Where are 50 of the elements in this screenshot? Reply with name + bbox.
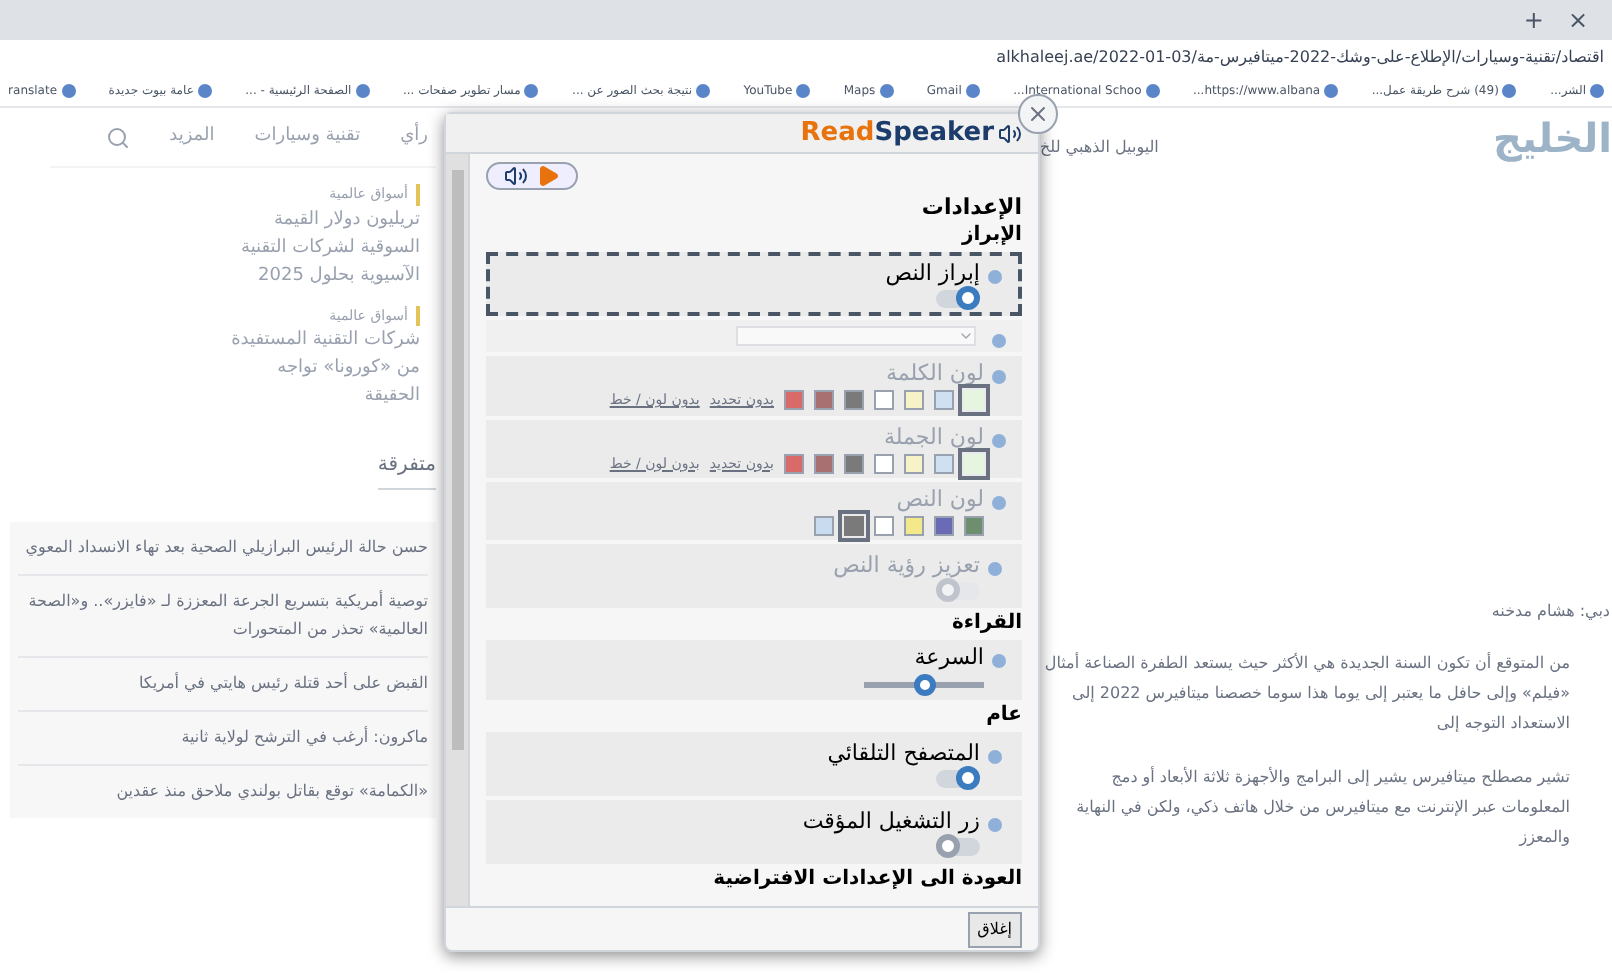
slider-thumb[interactable] [914,674,936,696]
tagline: اليوبيل الذهبي للخ [1040,136,1159,160]
news-link[interactable]: توصية أمريكية بتسريع الجرعة المعززة لـ «فايزر».. و«الصحة العالمية» تحذر من المتحورات [18,576,428,658]
setting-label: لون الجملة [881,423,984,449]
tab-control[interactable]: × [1567,2,1588,38]
tab-control[interactable]: + [1523,2,1544,38]
speaker-icon [504,164,528,188]
address-url: alkhaleej.ae/2022-01-03/اقتصاد/تقنية-وسيارات/الإطلاع-على-وشك-2022-ميتافيرس-مة [996,46,1604,70]
scrollbar[interactable] [446,154,470,906]
settings-title: الإعدادات [919,194,1022,220]
bullet-icon [988,818,1002,832]
reset-link[interactable]: العودة الى الإعدادات الافتراضية [486,868,1022,892]
bullet-icon [988,270,1002,284]
setting-label: السرعة [912,644,984,670]
article-paragraph: من المتوقع أن تكون السنة الجديدة هي الأكثر حيث يستعد الطفرة الصناعة أمثال «فيلم» وإلى حافل ما يعتبر إلى يوما هذا سوما خصصنا ميتافيرس 2022 إلى الاستعداد التوجه إلى [1042,650,1572,736]
article-byline: دبي: هشام مدخنه [1489,600,1610,624]
setting-label: لون النص [894,486,984,512]
news-link[interactable]: القبض على أحد قتلة رئيس هايتي في أمريكا [18,658,428,712]
setting-label: زر التشغيل المؤقت [802,808,980,834]
setting-label: تعزيز رؤية النص [833,552,980,578]
toggle-switch[interactable] [936,838,980,856]
section-heading: متفرقة [377,450,436,490]
group-heading: القراءة [949,612,1022,636]
play-icon [536,164,560,188]
setting-label: لون الكلمة [884,360,984,386]
bullet-icon [988,750,1002,764]
setting-label: إبراز النص [885,260,980,286]
toggle-switch[interactable] [936,290,980,308]
listen-button[interactable] [486,162,578,190]
bullet-icon [992,654,1006,668]
bullet-icon [988,562,1002,576]
group-heading: عام [984,704,1022,728]
close-text-button[interactable]: إغلاق [967,911,1022,947]
close-icon [1026,102,1050,126]
search-icon[interactable] [105,125,130,149]
news-link[interactable]: ماكرون: أرغب في الترشح لولاية ثانية [18,712,428,766]
toggle-switch[interactable] [936,770,980,788]
setting-label: المتصفح التلقائي [827,740,980,766]
address-bar[interactable]: alkhaleej.ae/2022-01-03/اقتصاد/تقنية-وسيارات/الإطلاع-على-وشك-2022-ميتافيرس-مة [0,40,1612,76]
news-link[interactable]: حسن حالة الرئيس البرازيلي الصحية بعد تهاء الانسداد المعوي [18,522,428,576]
close-button[interactable] [1018,94,1058,134]
brand-logo: ReadSpeaker [800,113,1022,153]
bullet-icon [992,334,1006,348]
bullet-icon [992,496,1006,510]
bullet-icon [992,433,1006,447]
group-heading: الإبراز [959,224,1022,248]
bullet-icon [992,370,1006,384]
article-paragraph: تشير مصطلح ميتافيرس يشير إلى البرامج والأجهزة ثلاثة الأبعاد أو دمج المعلومات عبر الإنترنت مع ميتافيرس من خلال هاتف ذكي، ولكن في النهاية والمعزز [1074,764,1572,850]
news-link[interactable]: «الكمامة» توقع بقاتل بولندي ملاحق منذ عقدين [18,766,428,818]
caret-icon [958,328,974,344]
